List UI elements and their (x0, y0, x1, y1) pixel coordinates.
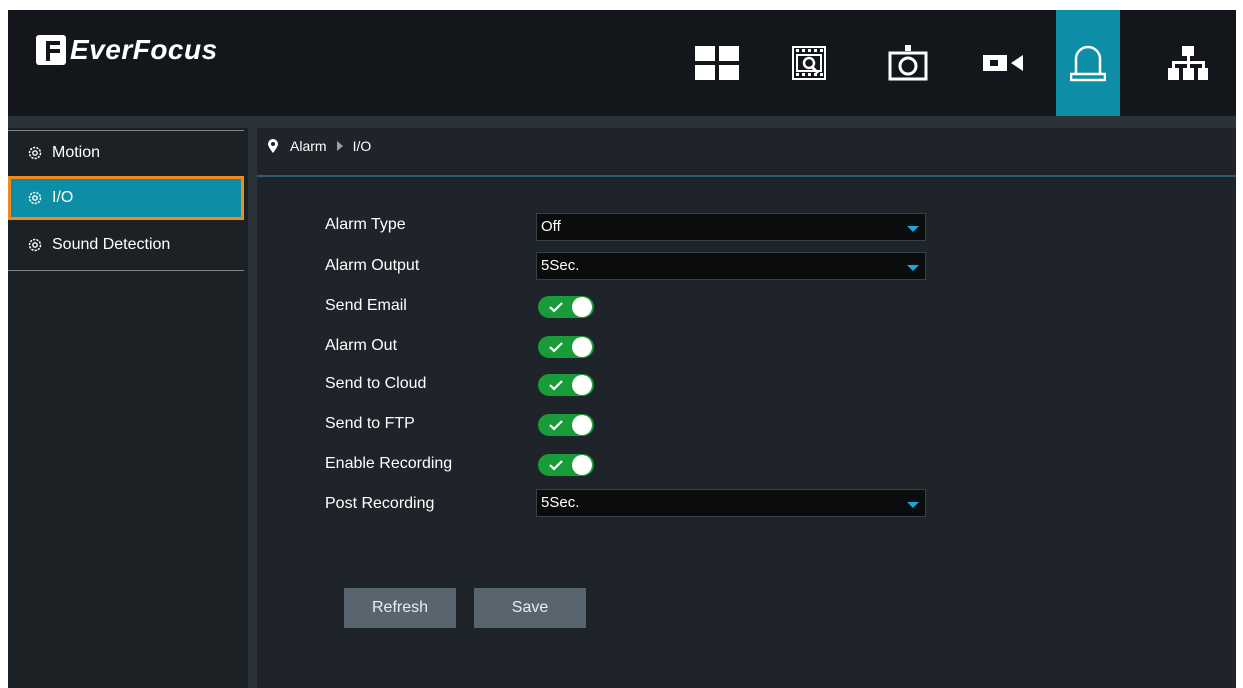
video-search-icon (792, 46, 826, 80)
breadcrumb-divider (257, 175, 1236, 177)
gear-icon (27, 190, 43, 206)
enable-recording-label: Enable Recording (325, 455, 453, 472)
alarm-output-value: 5Sec. (541, 257, 580, 274)
alarm-output-label: Alarm Output (325, 257, 420, 274)
nav-network-button[interactable] (1156, 10, 1220, 116)
alarm-type-select[interactable]: Off (536, 213, 926, 241)
enable-recording-toggle[interactable] (538, 454, 594, 476)
send-to-cloud-toggle[interactable] (538, 374, 594, 396)
sidebar-divider (8, 270, 244, 271)
location-pin-icon (268, 139, 278, 153)
send-email-label: Send Email (325, 297, 407, 314)
alarm-out-toggle[interactable] (538, 336, 594, 358)
top-header: EverFocus (8, 10, 1236, 116)
chevron-right-icon (336, 141, 343, 151)
sidebar-item-motion[interactable]: Motion (8, 131, 244, 175)
send-to-ftp-toggle[interactable] (538, 414, 594, 436)
video-camera-icon (983, 55, 1023, 71)
everfocus-logo: EverFocus (36, 34, 218, 66)
alarm-type-value: Off (541, 218, 561, 235)
sidebar: Motion I/O Sound Detection (8, 128, 257, 688)
refresh-button[interactable]: Refresh (344, 588, 456, 628)
breadcrumb-item[interactable]: Alarm (290, 138, 327, 154)
caret-down-icon (907, 502, 919, 508)
send-to-ftp-label: Send to FTP (325, 415, 415, 432)
toggle-knob (572, 375, 592, 395)
sidebar-item-sound-detection[interactable]: Sound Detection (8, 223, 244, 267)
alarm-bell-icon (1070, 45, 1106, 82)
caret-down-icon (907, 226, 919, 232)
sidebar-item-label: Sound Detection (52, 236, 171, 253)
gear-icon (27, 237, 43, 253)
save-button[interactable]: Save (474, 588, 586, 628)
toggle-knob (572, 337, 592, 357)
sidebar-item-label: I/O (52, 189, 74, 206)
gear-icon (27, 145, 43, 161)
check-icon (549, 302, 563, 313)
logo-mark-icon (36, 35, 66, 65)
breadcrumb-item: I/O (352, 138, 372, 154)
alarm-type-label: Alarm Type (325, 216, 406, 233)
toggle-knob (572, 297, 592, 317)
post-recording-label: Post Recording (325, 495, 435, 512)
alarm-out-label: Alarm Out (325, 337, 398, 354)
network-tree-icon (1168, 46, 1208, 80)
header-divider (8, 116, 1236, 128)
sidebar-item-label: Motion (52, 144, 101, 161)
grid-layout-icon (695, 46, 739, 80)
check-icon (549, 420, 563, 431)
camera-frame-icon (888, 45, 928, 81)
sidebar-item-io[interactable]: I/O (8, 176, 244, 220)
nav-camera-button[interactable] (972, 10, 1036, 116)
nav-playback-button[interactable] (778, 10, 842, 116)
check-icon (549, 342, 563, 353)
send-to-cloud-label: Send to Cloud (325, 375, 427, 392)
toggle-knob (572, 455, 592, 475)
nav-snapshot-button[interactable] (876, 10, 940, 116)
post-recording-select[interactable]: 5Sec. (536, 489, 926, 517)
toggle-knob (572, 415, 592, 435)
check-icon (549, 380, 563, 391)
post-recording-value: 5Sec. (541, 494, 580, 511)
app-window: EverFocus Motion I/O Sound Detection Ala… (8, 10, 1236, 688)
nav-live-view-button[interactable] (685, 10, 749, 116)
alarm-output-select[interactable]: 5Sec. (536, 252, 926, 280)
logo-text: EverFocus (70, 34, 218, 65)
nav-alarm-button[interactable] (1056, 10, 1120, 116)
check-icon (549, 460, 563, 471)
caret-down-icon (907, 265, 919, 271)
breadcrumb: Alarm I/O (268, 138, 371, 154)
send-email-toggle[interactable] (538, 296, 594, 318)
